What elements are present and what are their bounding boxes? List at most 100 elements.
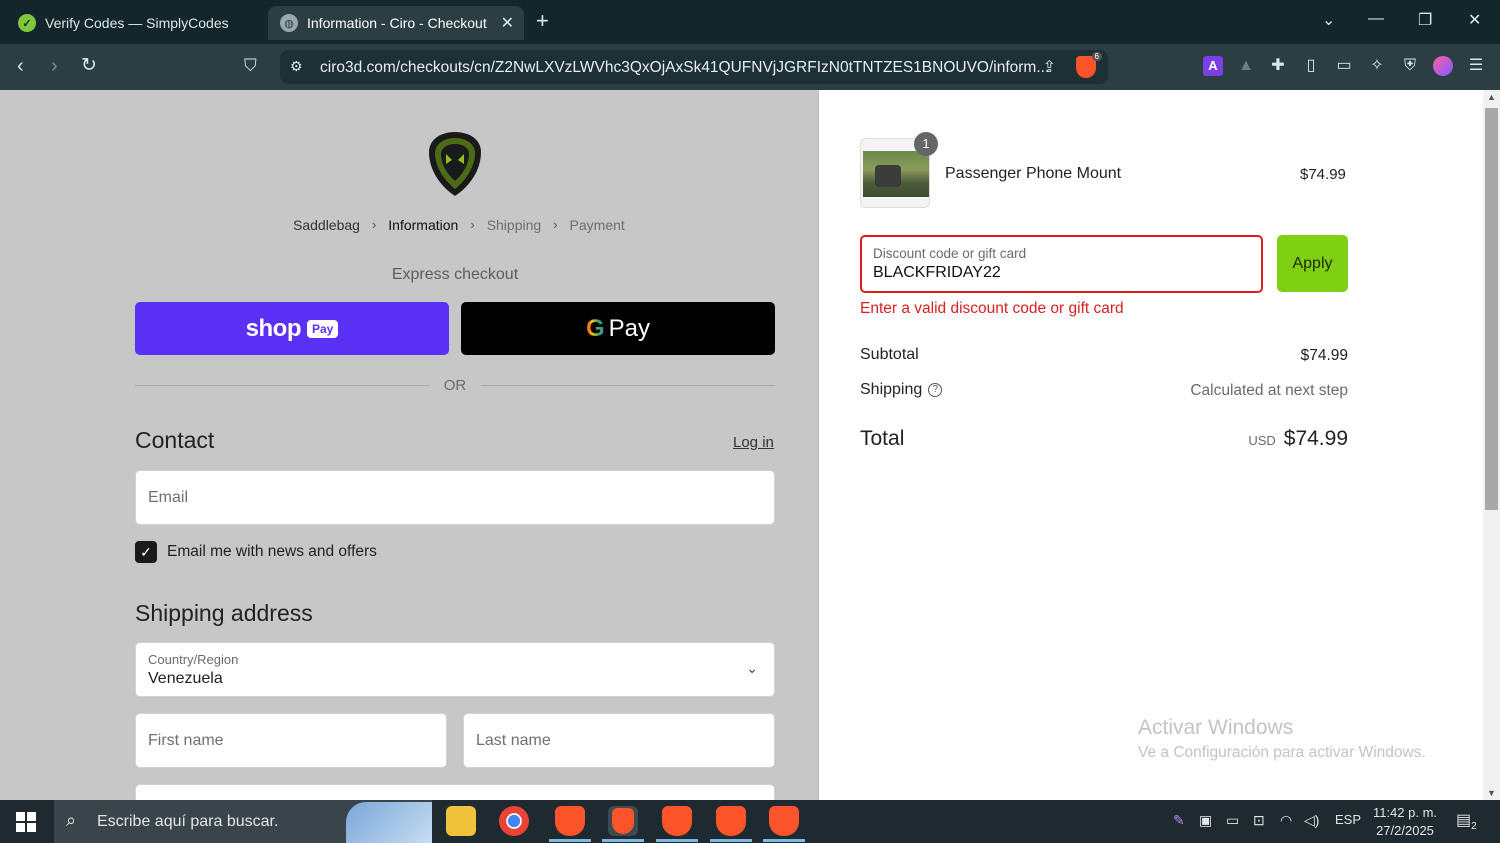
ciro-logo	[429, 132, 481, 196]
windows-activation-watermark: Activar Windows Ve a Configuración para …	[1138, 716, 1426, 762]
apply-button[interactable]: Apply	[1277, 235, 1348, 292]
tab-title: Verify Codes — SimplyCodes	[45, 15, 229, 31]
search-icon: ⌕	[66, 810, 77, 830]
country-select[interactable]: Country/Region Venezuela ⌄	[135, 642, 775, 697]
profile-avatar[interactable]	[1433, 56, 1453, 76]
wifi-icon[interactable]: ◠	[1280, 812, 1292, 829]
discount-error-message: Enter a valid discount code or gift card	[860, 300, 1124, 317]
url-text[interactable]: ciro3d.com/checkouts/cn/Z2NwLXVzLWVhc3Qx…	[320, 59, 1049, 77]
newsletter-checkbox[interactable]: ✓	[135, 541, 157, 563]
chevron-right-icon: ›	[371, 217, 377, 232]
search-highlight-illustration	[346, 802, 432, 843]
bookmark-icon[interactable]: ⛉	[244, 54, 257, 78]
breadcrumb-saddlebag[interactable]: Saddlebag	[293, 217, 360, 233]
windows-start-button[interactable]	[16, 812, 36, 832]
breadcrumb-payment: Payment	[569, 217, 625, 233]
menu-icon[interactable]: ☰	[1466, 56, 1486, 76]
contact-heading: Contact	[135, 427, 215, 453]
shipping-value: Calculated at next step	[1190, 382, 1348, 399]
language-indicator[interactable]: ESP	[1335, 812, 1361, 827]
brave-browser-icon[interactable]	[549, 806, 591, 842]
vpn-icon[interactable]: ⛨	[1400, 56, 1420, 76]
address-bar[interactable]: ⚙ ciro3d.com/checkouts/cn/Z2NwLXVzLWVhc3…	[280, 50, 1108, 84]
express-checkout-label: Express checkout	[391, 266, 519, 283]
first-name-field[interactable]: First name	[135, 713, 447, 768]
shipping-row-label: Shipping ?	[860, 381, 943, 399]
product-name: Passenger Phone Mount	[945, 165, 1122, 182]
simplycodes-icon: ✓	[18, 14, 36, 32]
quantity-badge: 1	[914, 132, 938, 156]
reload-button[interactable]: ↻	[81, 54, 97, 78]
pen-icon[interactable]: ✎	[1173, 812, 1185, 829]
help-icon[interactable]: ?	[928, 383, 943, 397]
display-icon[interactable]: ▣	[1199, 812, 1212, 829]
newsletter-option[interactable]: ✓ Email me with news and offers	[135, 541, 377, 563]
checkout-main: Saddlebag › Information › Shipping › Pay…	[0, 90, 818, 824]
forward-button[interactable]: ›	[51, 54, 58, 78]
network-device-icon[interactable]: ⊡	[1253, 812, 1265, 829]
globe-icon: ◍	[280, 14, 298, 32]
shipping-address-heading: Shipping address	[135, 600, 313, 626]
total-currency: USD	[1248, 433, 1276, 448]
clock-time: 11:42 p. m.	[1372, 805, 1438, 820]
taskbar-clock[interactable]: 11:42 p. m. 27/2/2025	[1366, 804, 1444, 840]
breadcrumb-shipping: Shipping	[486, 217, 542, 233]
shipping-label: Shipping	[860, 381, 923, 398]
tab-checkout[interactable]: ◍ Information - Ciro - Checkout ✕	[268, 6, 524, 40]
restore-button[interactable]: ❐	[1418, 10, 1432, 30]
page-scrollbar[interactable]: ▲ ▼	[1483, 90, 1500, 800]
tab-list-chevron-icon[interactable]: ⌄	[1322, 10, 1335, 30]
brave-browser-icon[interactable]	[763, 806, 805, 842]
subtotal-value: $74.99	[1300, 347, 1348, 364]
back-button[interactable]: ‹	[17, 54, 24, 78]
site-settings-icon[interactable]: ⚙	[290, 58, 303, 75]
watermark-title: Activar Windows	[1138, 716, 1294, 739]
scroll-down-arrow-icon[interactable]: ▼	[1487, 788, 1496, 798]
battery-icon[interactable]: ▭	[1226, 812, 1239, 829]
log-in-link[interactable]: Log in	[733, 434, 774, 451]
extension-puzzle-gray-icon[interactable]: ▲	[1236, 56, 1256, 76]
watermark-subtitle: Ve a Configuración para activar Windows.	[1138, 744, 1426, 761]
total-label: Total	[860, 427, 905, 450]
notifications-icon[interactable]: ▤2	[1456, 810, 1477, 832]
taskbar-search-box[interactable]: ⌕ Escribe aquí para buscar.	[54, 800, 432, 843]
tab-simplycodes[interactable]: ✓ Verify Codes — SimplyCodes	[6, 6, 262, 40]
sidebar-icon[interactable]: ▯	[1301, 56, 1321, 76]
brave-browser-icon[interactable]	[656, 806, 698, 842]
volume-icon[interactable]: ◁)	[1304, 812, 1319, 829]
or-divider: OR	[135, 376, 775, 396]
extensions-icon[interactable]: ✚	[1268, 56, 1288, 76]
close-window-button[interactable]: ✕	[1468, 10, 1481, 30]
first-name-placeholder: First name	[148, 732, 224, 749]
scroll-up-arrow-icon[interactable]: ▲	[1487, 92, 1496, 102]
clock-date: 27/2/2025	[1376, 823, 1434, 838]
file-explorer-icon[interactable]	[446, 806, 476, 836]
minimize-button[interactable]: —	[1368, 10, 1384, 28]
discount-code-label: Discount code or gift card	[873, 246, 1027, 261]
taskbar-search-placeholder: Escribe aquí para buscar.	[97, 813, 279, 830]
new-tab-button[interactable]: +	[536, 8, 549, 34]
wallet-icon[interactable]: ▭	[1334, 56, 1354, 76]
shop-pay-wordmark: shop	[245, 314, 302, 342]
extension-a-icon[interactable]: A	[1203, 56, 1223, 76]
brave-browser-icon-active[interactable]	[602, 806, 644, 842]
discount-code-input[interactable]	[873, 264, 1243, 282]
share-icon[interactable]: ⇪	[1043, 57, 1056, 77]
email-field[interactable]: Email	[135, 470, 775, 525]
chrome-icon[interactable]	[499, 806, 529, 836]
country-label: Country/Region	[148, 652, 239, 667]
subtotal-label: Subtotal	[860, 346, 919, 363]
brave-browser-icon[interactable]	[710, 806, 752, 842]
shop-pay-badge: Pay	[306, 319, 339, 338]
shop-pay-button[interactable]: shop Pay	[135, 302, 449, 355]
email-placeholder: Email	[148, 489, 189, 506]
chevron-right-icon: ›	[470, 217, 475, 232]
newsletter-label: Email me with news and offers	[167, 543, 377, 560]
close-tab-icon[interactable]: ✕	[501, 13, 514, 33]
leo-ai-icon[interactable]: ✧	[1367, 56, 1387, 76]
total-value-group: USD $74.99	[1248, 427, 1348, 451]
google-pay-button[interactable]: G Pay	[461, 302, 775, 355]
scrollbar-thumb[interactable]	[1485, 108, 1498, 510]
discount-code-field[interactable]: Discount code or gift card	[860, 235, 1263, 293]
last-name-field[interactable]: Last name	[463, 713, 775, 768]
